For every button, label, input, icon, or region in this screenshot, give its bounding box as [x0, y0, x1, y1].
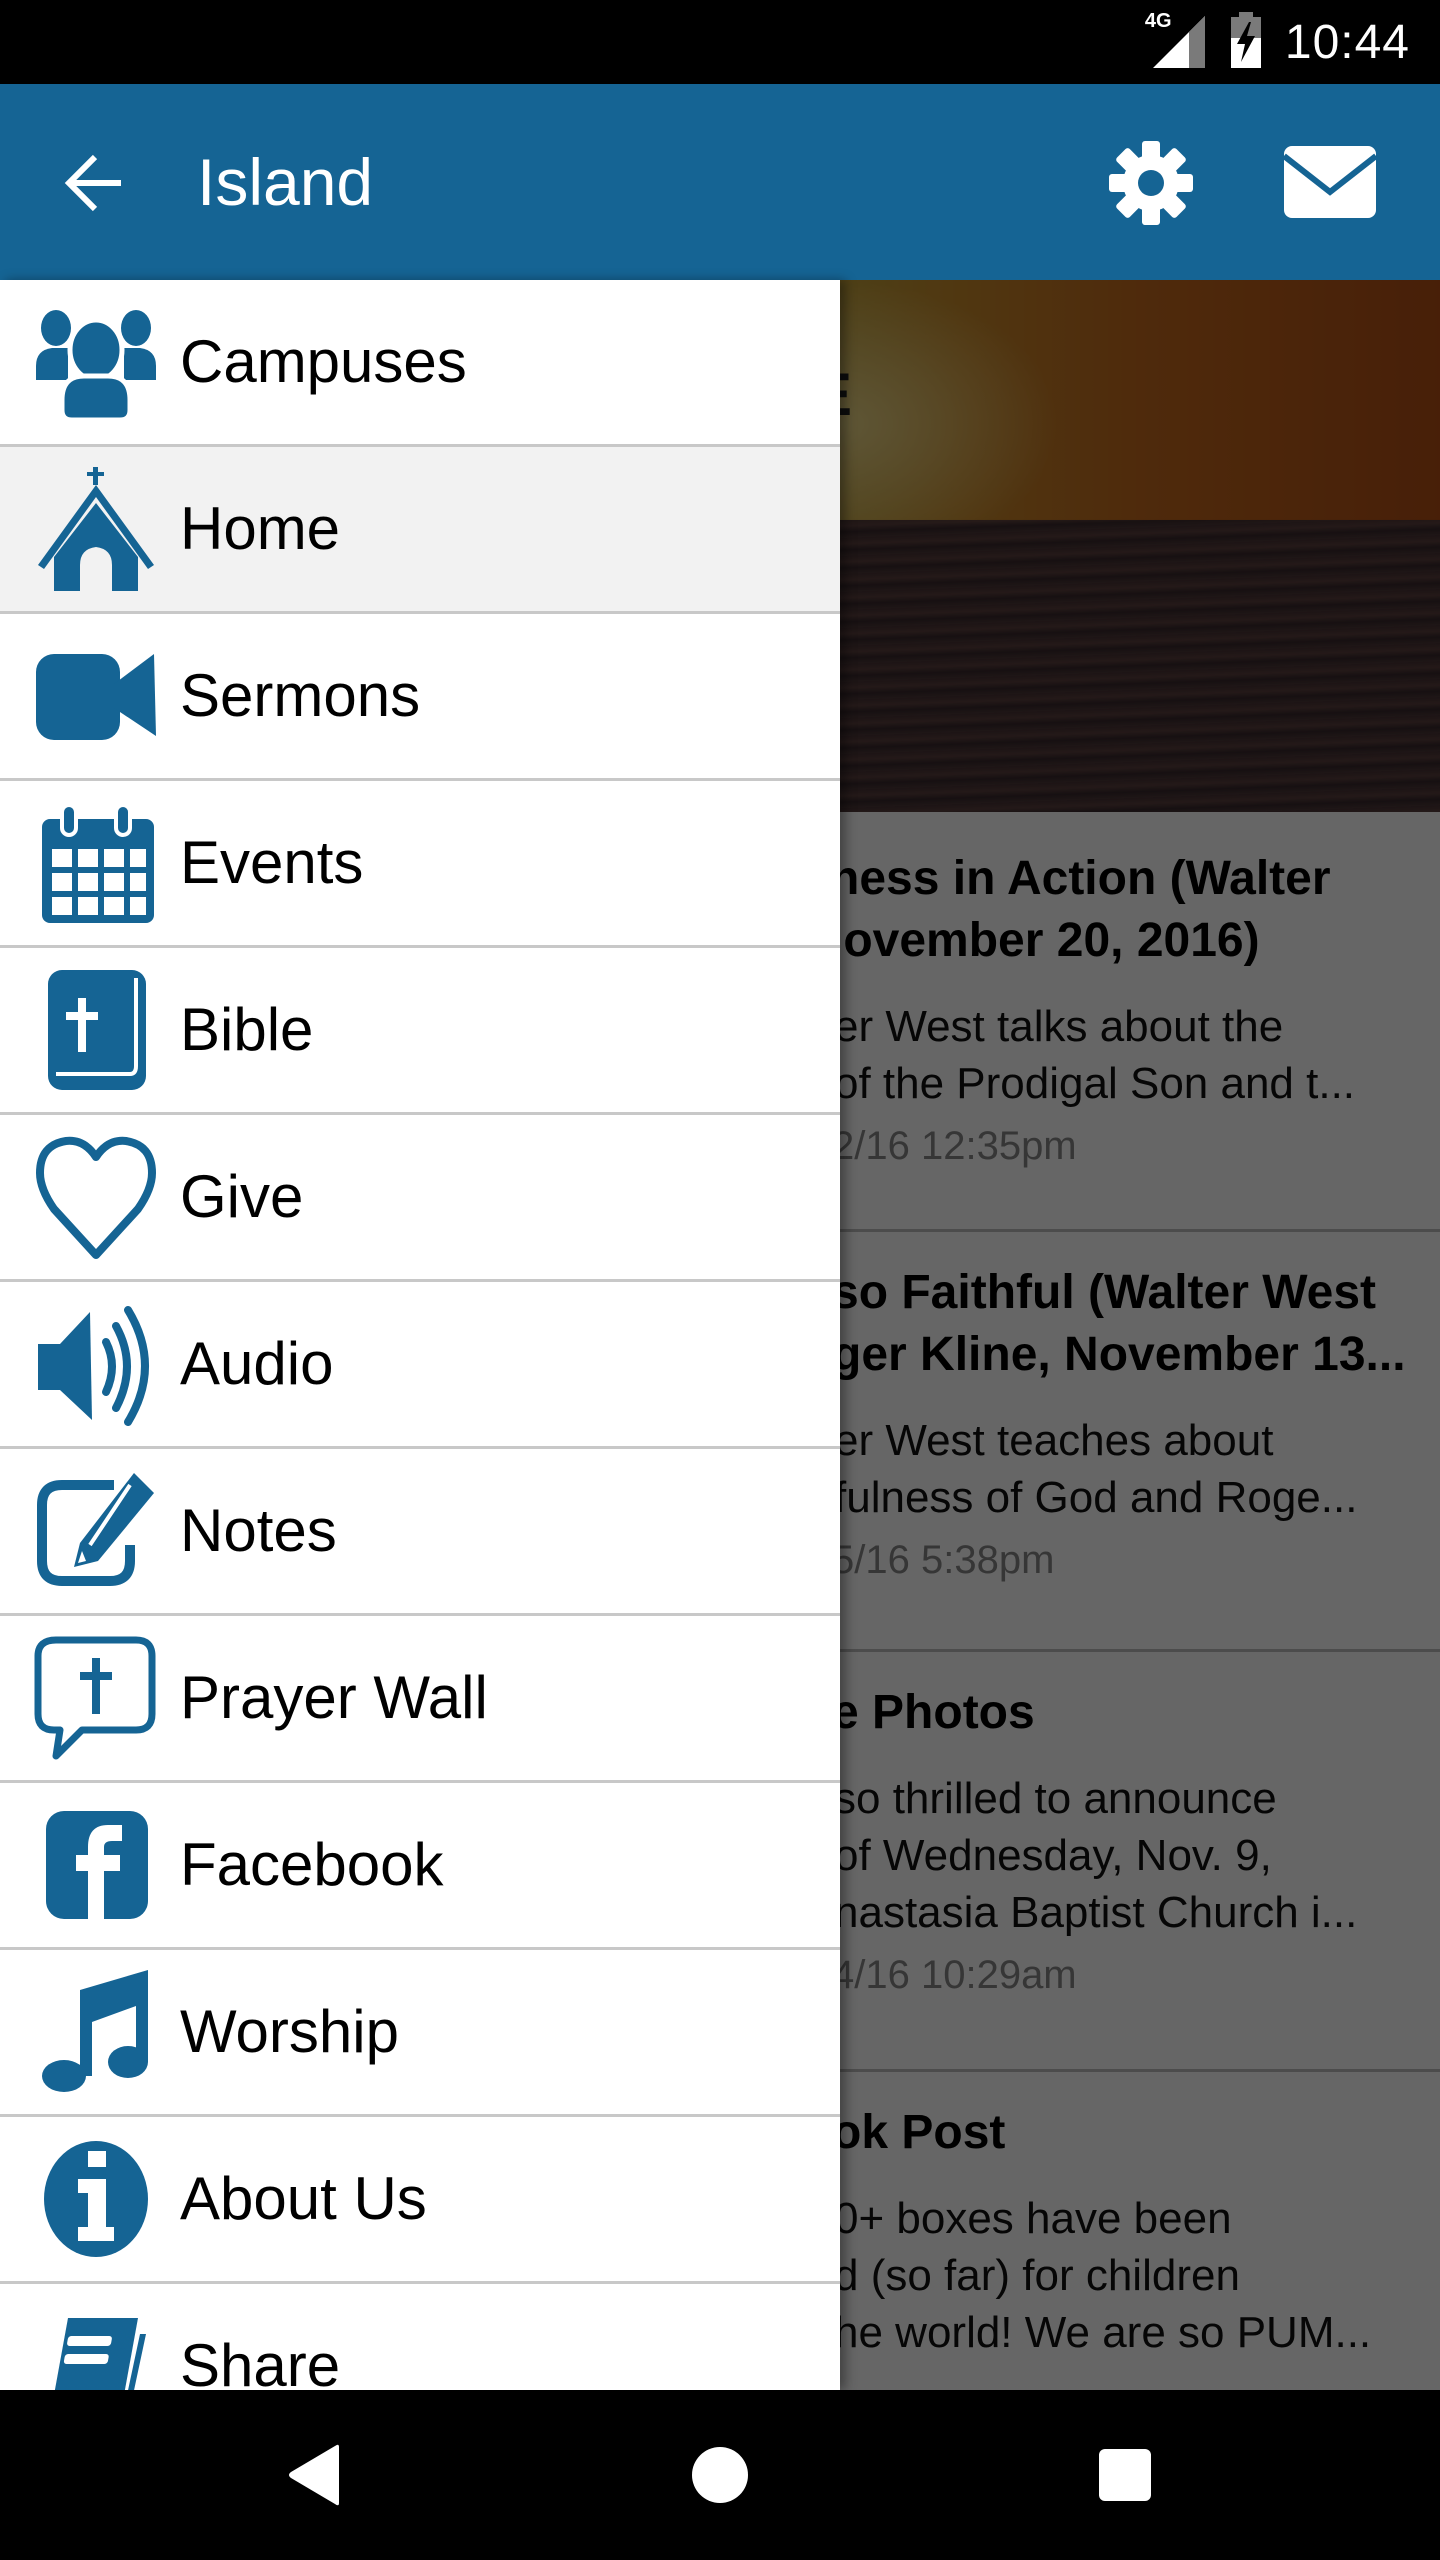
- church-icon: [34, 467, 158, 591]
- square-recents-icon: [1099, 2449, 1151, 2501]
- drawer-item-about-us[interactable]: About Us: [0, 2117, 840, 2284]
- drawer-item-label: Notes: [180, 1497, 337, 1564]
- video-camera-icon: [34, 634, 158, 758]
- drawer-item-worship[interactable]: Worship: [0, 1950, 840, 2117]
- feed-item-body: er West teaches about fulness of God and…: [840, 1416, 1358, 1522]
- drawer-item-label: Bible: [180, 996, 314, 1063]
- feed-item[interactable]: e Photos so thrilled to announce of Wedn…: [840, 1652, 1440, 2072]
- feed-item[interactable]: ness in Action (Walter lovember 20, 2016…: [840, 812, 1440, 1232]
- drawer-item-label: Worship: [180, 1998, 399, 2065]
- hero-image: E: [840, 280, 1440, 812]
- drawer-item-home[interactable]: Home: [0, 447, 840, 614]
- network-type: 4G: [1144, 10, 1172, 32]
- drawer-item-label: About Us: [180, 2165, 427, 2232]
- arrow-left-icon: [64, 154, 121, 212]
- feed-item-title: ness in Action (Walter lovember 20, 2016…: [840, 852, 1331, 967]
- drawer-item-facebook[interactable]: Facebook: [0, 1783, 840, 1950]
- feed-item[interactable]: so Faithful (Walter West ger Kline, Nove…: [840, 1232, 1440, 1652]
- drawer-item-label: Sermons: [180, 662, 421, 729]
- prayer-bubble-icon: [34, 1636, 158, 1760]
- home-feed: E ness in Action (Walter lovember 20, 20…: [840, 280, 1440, 2390]
- drawer-item-label: Share: [180, 2332, 341, 2390]
- heart-outline-icon: [34, 1135, 158, 1259]
- drawer-item-sermons[interactable]: Sermons: [0, 614, 840, 781]
- drawer-item-notes[interactable]: Notes: [0, 1449, 840, 1616]
- gear-icon: [1109, 141, 1193, 225]
- drawer-item-campuses[interactable]: Campuses: [0, 280, 840, 447]
- system-nav-bar: [0, 2390, 1440, 2560]
- drawer-item-events[interactable]: Events: [0, 781, 840, 948]
- feed-item-title: e Photos: [840, 1686, 1035, 1739]
- feed-item-time: 5/16 5:38pm: [840, 1538, 1055, 1582]
- drawer-item-label: Audio: [180, 1330, 334, 1397]
- feed-item-time: 4/16 10:29am: [840, 1953, 1077, 1997]
- status-bar: 4G 10:44: [0, 0, 1440, 84]
- navigation-drawer: Campuses Home Sermons Events Bible Give …: [0, 280, 840, 2390]
- feed-item-title: ok Post: [840, 2106, 1006, 2159]
- system-back-button[interactable]: [275, 2435, 355, 2515]
- status-icons: 4G 10:44: [1145, 0, 1410, 84]
- feed-item-body: 0+ boxes have been d (so far) for childr…: [840, 2194, 1372, 2357]
- feed-item-title: so Faithful (Walter West ger Kline, Nove…: [840, 1266, 1406, 1381]
- system-home-button[interactable]: [680, 2435, 760, 2515]
- facebook-icon: [34, 1803, 158, 1927]
- circle-home-icon: [692, 2447, 748, 2503]
- hero-text: E: [840, 360, 852, 429]
- drawer-item-audio[interactable]: Audio: [0, 1282, 840, 1449]
- people-group-icon: [34, 300, 158, 424]
- feed-item[interactable]: ok Post 0+ boxes have been d (so far) fo…: [840, 2072, 1440, 2390]
- feed-item-body: er West talks about the of the Prodigal …: [840, 1002, 1356, 1108]
- speaker-icon: [34, 1302, 158, 1426]
- bible-icon: [34, 968, 158, 1092]
- drawer-item-label: Home: [180, 495, 341, 562]
- feed-item-body: so thrilled to announce of Wednesday, No…: [840, 1774, 1358, 1937]
- music-note-icon: [34, 1970, 158, 2094]
- drawer-item-label: Facebook: [180, 1831, 444, 1898]
- messages-button[interactable]: [1282, 144, 1378, 220]
- system-recents-button[interactable]: [1085, 2435, 1165, 2515]
- feed-item-time: 2/16 12:35pm: [840, 1124, 1077, 1168]
- drawer-item-bible[interactable]: Bible: [0, 948, 840, 1115]
- signal-icon: 4G: [1145, 10, 1207, 70]
- drawer-item-prayer-wall[interactable]: Prayer Wall: [0, 1616, 840, 1783]
- triangle-back-icon: [289, 2444, 339, 2506]
- battery-charging-icon: [1229, 11, 1263, 73]
- drawer-item-label: Prayer Wall: [180, 1664, 488, 1731]
- back-button[interactable]: [58, 148, 128, 218]
- page-title: Island: [197, 145, 374, 219]
- drawer-item-share[interactable]: Share: [0, 2284, 840, 2390]
- drawer-item-label: Events: [180, 829, 364, 896]
- drawer-item-label: Campuses: [180, 328, 467, 395]
- envelope-icon: [1282, 146, 1378, 218]
- clock: 10:44: [1284, 15, 1410, 69]
- settings-button[interactable]: [1108, 140, 1194, 226]
- drawer-item-label: Give: [180, 1163, 304, 1230]
- edit-note-icon: [34, 1469, 158, 1593]
- drawer-item-give[interactable]: Give: [0, 1115, 840, 1282]
- info-icon: [34, 2137, 158, 2261]
- calendar-icon: [34, 801, 158, 925]
- share-book-icon: [34, 2304, 158, 2390]
- app-bar: Island: [0, 84, 1440, 280]
